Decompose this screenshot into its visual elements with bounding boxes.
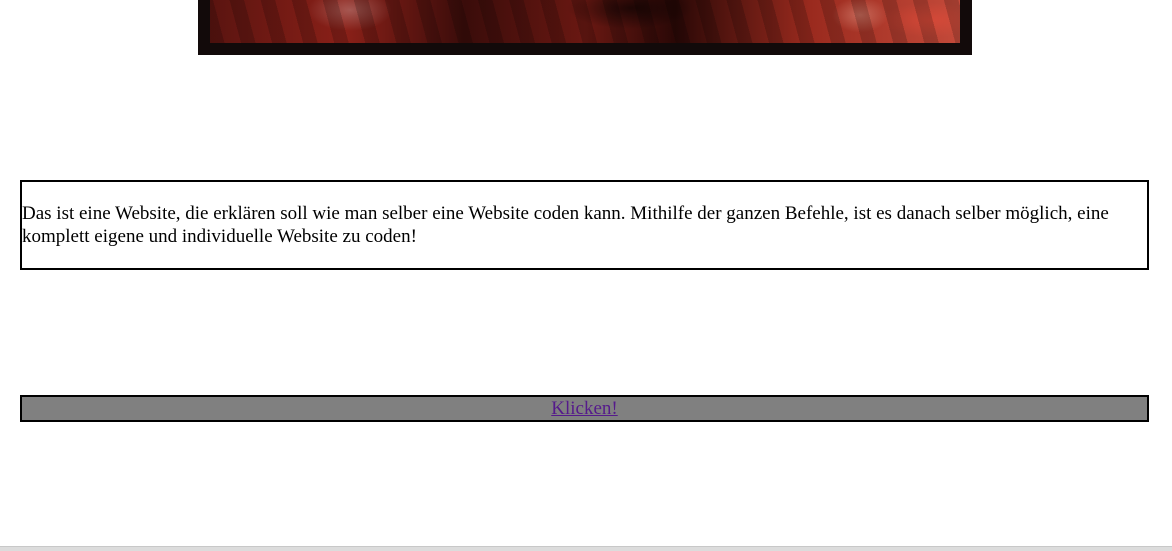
banner-image	[210, 0, 960, 43]
window-bottom-edge	[0, 546, 1172, 551]
intro-text: Das ist eine Website, die erklären soll …	[22, 203, 1109, 247]
intro-box: Das ist eine Website, die erklären soll …	[20, 180, 1149, 270]
klicken-link[interactable]: Klicken!	[551, 398, 617, 419]
link-bar: Klicken!	[20, 395, 1149, 422]
header-banner	[198, 0, 972, 55]
